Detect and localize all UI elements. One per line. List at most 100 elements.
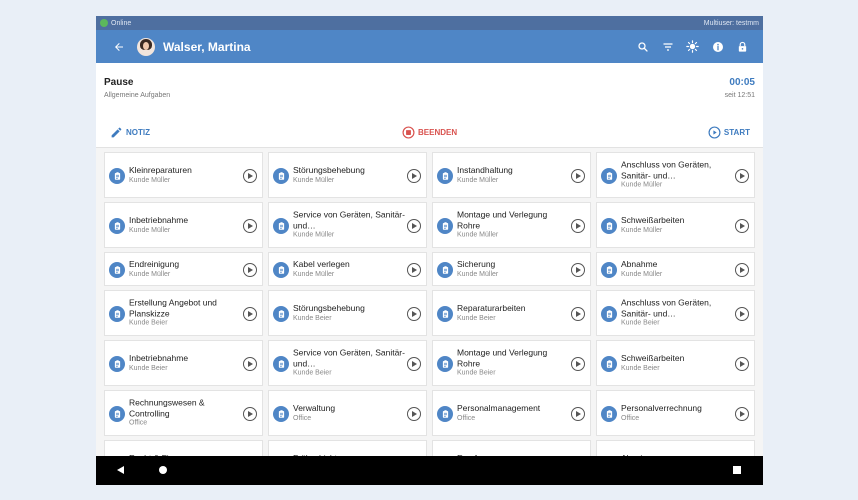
task-card[interactable]: Rechnungswesen & Controlling Office <box>104 390 263 436</box>
nav-recent-button[interactable] <box>730 463 744 477</box>
play-icon[interactable] <box>407 357 421 371</box>
page-title: Walser, Martina <box>163 39 251 54</box>
task-customer: Kunde Müller <box>621 181 663 189</box>
task-card[interactable]: Kabel verlegen Kunde Müller <box>268 252 427 286</box>
play-icon[interactable] <box>735 407 749 421</box>
sort-button[interactable] <box>655 34 680 59</box>
task-card[interactable]: Reparaturarbeiten Kunde Beier <box>432 290 591 336</box>
task-card[interactable]: Instandhaltung Kunde Müller <box>432 152 591 198</box>
task-customer: Kunde Beier <box>293 314 332 322</box>
play-icon[interactable] <box>571 263 585 277</box>
pause-subtitle: Allgemeine Aufgaben <box>104 92 171 99</box>
brightness-button[interactable] <box>680 34 705 59</box>
play-icon[interactable] <box>407 407 421 421</box>
play-icon[interactable] <box>571 357 585 371</box>
task-name: Reparaturarbeiten <box>457 302 526 313</box>
task-name: Montage und Verlegung Rohre <box>457 347 548 369</box>
task-text: Kabel verlegen Kunde Müller <box>293 259 405 280</box>
task-card[interactable]: Störungsbehebung Kunde Beier <box>268 290 427 336</box>
task-card[interactable]: Service von Geräten, Sanitär- und… Kunde … <box>268 202 427 248</box>
play-icon[interactable] <box>407 263 421 277</box>
nav-home-button[interactable] <box>156 463 170 477</box>
task-card[interactable]: Personalmanagement Office <box>432 390 591 436</box>
task-customer: Office <box>293 414 312 422</box>
task-card[interactable]: EmpfangOffice <box>432 440 591 456</box>
task-name: Schweißarbeiten <box>621 352 685 363</box>
clipboard-icon <box>273 406 289 422</box>
task-customer: Office <box>457 414 476 422</box>
task-text: Service von Geräten, Sanitär- und… Kunde … <box>293 348 405 379</box>
play-icon[interactable] <box>571 407 585 421</box>
play-icon[interactable] <box>735 357 749 371</box>
task-card[interactable]: AkquiseOffice <box>596 440 755 456</box>
play-icon[interactable] <box>735 169 749 183</box>
task-card[interactable]: Abnahme Kunde Müller <box>596 252 755 286</box>
play-icon[interactable] <box>571 169 585 183</box>
task-name: Endreinigung <box>129 258 180 269</box>
clipboard-icon <box>437 218 453 234</box>
play-icon[interactable] <box>571 219 585 233</box>
note-button[interactable]: NOTIZ <box>110 126 150 139</box>
play-icon[interactable] <box>735 263 749 277</box>
play-icon[interactable] <box>407 169 421 183</box>
play-icon[interactable] <box>243 357 257 371</box>
task-card[interactable]: Verwaltung Office <box>268 390 427 436</box>
search-button[interactable] <box>630 34 655 59</box>
task-grid: Kleinreparaturen Kunde Müller Störungsbehe… <box>96 148 763 456</box>
play-icon[interactable] <box>243 307 257 321</box>
play-icon[interactable] <box>243 219 257 233</box>
task-card[interactable]: Anschluss von Geräten, Sanitär- und… Kund… <box>596 290 755 336</box>
pause-since: seit 12:51 <box>724 92 755 99</box>
play-icon[interactable] <box>735 219 749 233</box>
clipboard-icon <box>437 306 453 322</box>
task-name: Erstellung Angebot und Planskizze <box>129 297 217 319</box>
back-button[interactable] <box>104 41 134 53</box>
task-card[interactable]: Personalverrechnung Office <box>596 390 755 436</box>
task-card[interactable]: Schweißarbeiten Kunde Beier <box>596 340 755 386</box>
task-card[interactable]: Inbetriebnahme Kunde Beier <box>104 340 263 386</box>
task-card[interactable]: Montage und Verlegung Rohre Kunde Beier <box>432 340 591 386</box>
task-text: Montage und Verlegung Rohre Kunde Beier <box>457 348 569 379</box>
task-card[interactable]: Montage und Verlegung Rohre Kunde Müller <box>432 202 591 248</box>
app-bar: Walser, Martina <box>96 30 763 63</box>
task-card[interactable]: Schweißarbeiten Kunde Müller <box>596 202 755 248</box>
play-icon[interactable] <box>243 169 257 183</box>
task-card[interactable]: Kleinreparaturen Kunde Müller <box>104 152 263 198</box>
task-card[interactable]: Recht & FinanzenOffice <box>104 440 263 456</box>
lock-button[interactable] <box>730 34 755 59</box>
play-icon[interactable] <box>407 307 421 321</box>
task-customer: Kunde Beier <box>457 369 496 377</box>
task-customer: Kunde Müller <box>293 176 335 184</box>
task-card[interactable]: Störungsbehebung Kunde Müller <box>268 152 427 198</box>
clipboard-icon <box>273 306 289 322</box>
task-card[interactable]: Endreinigung Kunde Müller <box>104 252 263 286</box>
task-text: Inbetriebnahme Kunde Beier <box>129 353 241 374</box>
play-circle-icon <box>708 125 721 139</box>
task-card[interactable]: FrühschichtOffice <box>268 440 427 456</box>
play-icon[interactable] <box>243 263 257 277</box>
task-name: Montage und Verlegung Rohre <box>457 209 548 231</box>
task-text: Personalmanagement Office <box>457 403 569 424</box>
info-button[interactable] <box>705 34 730 59</box>
play-icon[interactable] <box>735 307 749 321</box>
avatar <box>137 37 155 56</box>
task-text: Anschluss von Geräten, Sanitär- und… Kund… <box>621 160 733 191</box>
task-card[interactable]: Service von Geräten, Sanitär- und… Kunde … <box>268 340 427 386</box>
task-text: Inbetriebnahme Kunde Müller <box>129 215 241 236</box>
task-customer: Kunde Müller <box>293 270 335 278</box>
task-text: Störungsbehebung Kunde Beier <box>293 303 405 324</box>
play-icon[interactable] <box>571 307 585 321</box>
nav-back-button[interactable] <box>113 463 127 477</box>
play-icon[interactable] <box>407 219 421 233</box>
start-button[interactable]: START <box>708 125 750 139</box>
clipboard-icon <box>273 218 289 234</box>
task-name: Personalverrechnung <box>621 402 702 413</box>
task-card[interactable]: Inbetriebnahme Kunde Müller <box>104 202 263 248</box>
end-button[interactable]: BEENDEN <box>402 125 457 139</box>
clipboard-icon <box>109 218 125 234</box>
task-card[interactable]: Anschluss von Geräten, Sanitär- und… Kund… <box>596 152 755 198</box>
task-card[interactable]: Sicherung Kunde Müller <box>432 252 591 286</box>
task-name: Inbetriebnahme <box>129 214 189 225</box>
task-card[interactable]: Erstellung Angebot und Planskizze Kunde B… <box>104 290 263 336</box>
play-icon[interactable] <box>243 407 257 421</box>
